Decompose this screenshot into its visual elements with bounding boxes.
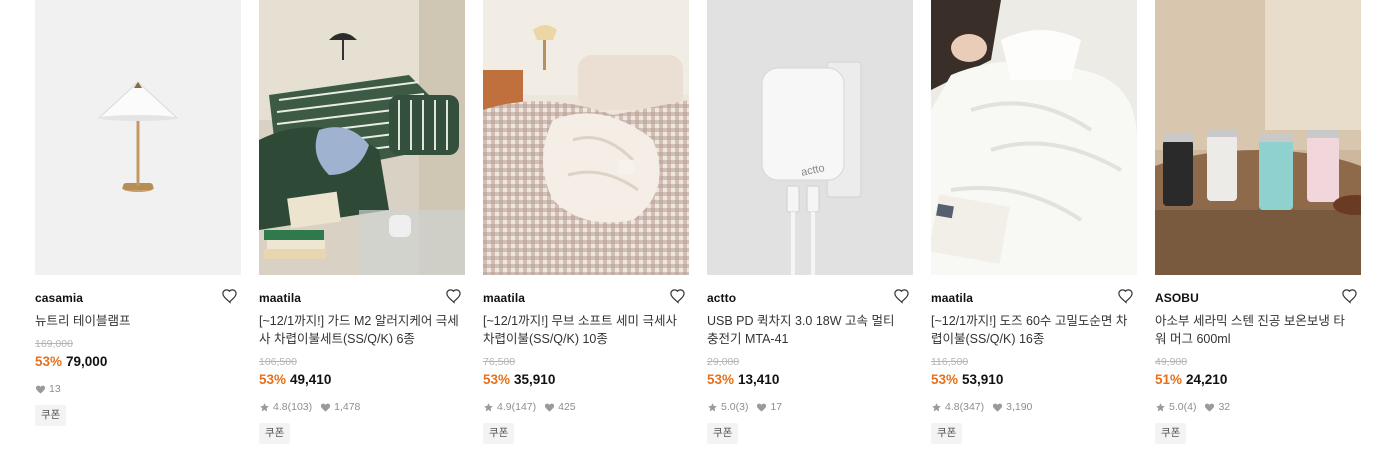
product-stats: 4.8 (347) 3,190	[931, 401, 1040, 413]
wishlist-heart-icon[interactable]	[893, 287, 911, 305]
brand-name[interactable]: casamia	[35, 291, 83, 305]
like-count-icon	[321, 403, 331, 412]
like-count-icon	[35, 385, 46, 394]
product-card[interactable]: actto actto USB PD 퀵차지 3.0 18W 고속 멀티 충전기…	[707, 0, 913, 456]
product-image[interactable]	[1155, 0, 1361, 275]
product-stats: 4.8 (103) 1,478	[259, 401, 368, 413]
coupon-badge[interactable]: 쿠폰	[35, 405, 67, 426]
discount-rate: 53%	[483, 372, 511, 387]
product-image[interactable]	[931, 0, 1137, 275]
price-line: 53% 53,910	[931, 372, 1003, 387]
star-rating-icon	[932, 402, 941, 411]
original-price: 106,500	[259, 356, 297, 368]
wishlist-heart-icon[interactable]	[1117, 287, 1135, 305]
like-count: 425	[558, 401, 576, 413]
sale-price: 79,000	[66, 354, 108, 369]
product-image[interactable]	[35, 0, 241, 275]
sale-price: 49,410	[290, 372, 332, 387]
wishlist-heart-icon[interactable]	[1341, 287, 1359, 305]
product-stats: 13	[35, 383, 69, 395]
rating-value: 4.9	[497, 401, 512, 413]
wishlist-heart-icon[interactable]	[445, 287, 463, 305]
review-count: (3)	[735, 401, 749, 413]
brand-name[interactable]: maatila	[259, 291, 301, 305]
rating-value: 5.0	[1169, 401, 1184, 413]
wishlist-heart-icon[interactable]	[221, 287, 239, 305]
review-count: (147)	[511, 401, 537, 413]
like-count-icon	[757, 403, 767, 412]
star-rating-icon	[484, 402, 493, 411]
like-count: 3,190	[1006, 401, 1033, 413]
like-count: 13	[49, 383, 61, 395]
price-line: 53% 49,410	[259, 372, 331, 387]
like-count-icon	[993, 403, 1003, 412]
brand-name[interactable]: maatila	[931, 291, 973, 305]
like-count: 1,478	[334, 401, 361, 413]
sale-price: 13,410	[738, 372, 780, 387]
coupon-badge[interactable]: 쿠폰	[1155, 423, 1187, 444]
coupon-badge[interactable]: 쿠폰	[707, 423, 739, 444]
review-count: (103)	[287, 401, 313, 413]
original-price: 29,000	[707, 356, 740, 368]
discount-rate: 53%	[931, 372, 959, 387]
product-card[interactable]: maatila [~12/1까지!] 가드 M2 알러지케어 극세사 차렵이불세…	[259, 0, 465, 456]
coupon-badge[interactable]: 쿠폰	[931, 423, 963, 444]
rating-value: 5.0	[721, 401, 736, 413]
like-count: 17	[770, 401, 783, 413]
price-line: 51% 24,210	[1155, 372, 1227, 387]
product-title[interactable]: [~12/1까지!] 무브 소프트 세미 극세사 차렵이불(SS/Q/K) 10…	[483, 312, 683, 348]
sale-price: 35,910	[514, 372, 556, 387]
discount-rate: 53%	[707, 372, 735, 387]
product-stats: 4.9 (147) 425	[483, 401, 584, 413]
coupon-badge[interactable]: 쿠폰	[483, 423, 515, 444]
original-price: 49,900	[1155, 356, 1188, 368]
star-rating-icon	[708, 402, 717, 411]
like-count: 32	[1218, 401, 1231, 413]
star-rating-icon	[1156, 402, 1165, 411]
product-image[interactable]: actto	[707, 0, 913, 275]
product-image[interactable]	[483, 0, 689, 275]
star-rating-icon	[260, 402, 269, 411]
review-count: (347)	[959, 401, 985, 413]
product-title[interactable]: USB PD 퀵차지 3.0 18W 고속 멀티 충전기 MTA-41	[707, 312, 907, 348]
price-line: 53% 13,410	[707, 372, 779, 387]
discount-rate: 53%	[259, 372, 287, 387]
brand-name[interactable]: maatila	[483, 291, 525, 305]
review-count: (4)	[1183, 401, 1197, 413]
product-stats: 5.0 (3) 17	[707, 401, 790, 413]
original-price: 116,500	[931, 356, 969, 368]
brand-name[interactable]: ASOBU	[1155, 291, 1199, 305]
product-card[interactable]: maatila [~12/1까지!] 무브 소프트 세미 극세사 차렵이불(SS…	[483, 0, 689, 456]
price-line: 53% 35,910	[483, 372, 555, 387]
product-title[interactable]: 아소부 세라믹 스텐 진공 보온보냉 타워 머그 600ml	[1155, 312, 1355, 348]
rating-value: 4.8	[273, 401, 288, 413]
wishlist-heart-icon[interactable]	[669, 287, 687, 305]
original-price: 169,000	[35, 338, 73, 350]
discount-rate: 53%	[35, 354, 63, 369]
brand-name[interactable]: actto	[707, 291, 736, 305]
product-card[interactable]: ASOBU 아소부 세라믹 스텐 진공 보온보냉 타워 머그 600ml 49,…	[1155, 0, 1361, 456]
product-image[interactable]	[259, 0, 465, 275]
product-title[interactable]: [~12/1까지!] 도즈 60수 고밀도순면 차렵이불(SS/Q/K) 16종	[931, 312, 1131, 348]
like-count-icon	[1205, 403, 1215, 412]
rating-value: 4.8	[945, 401, 960, 413]
original-price: 76,500	[483, 356, 516, 368]
product-title[interactable]: [~12/1까지!] 가드 M2 알러지케어 극세사 차렵이불세트(SS/Q/K…	[259, 312, 459, 348]
product-title[interactable]: 뉴트리 테이블램프	[35, 312, 235, 330]
product-card[interactable]: maatila [~12/1까지!] 도즈 60수 고밀도순면 차렵이불(SS/…	[931, 0, 1137, 456]
product-stats: 5.0 (4) 32	[1155, 401, 1238, 413]
coupon-badge[interactable]: 쿠폰	[259, 423, 291, 444]
sale-price: 53,910	[962, 372, 1004, 387]
like-count-icon	[545, 403, 555, 412]
price-line: 53% 79,000	[35, 354, 107, 369]
discount-rate: 51%	[1155, 372, 1183, 387]
product-card[interactable]: casamia 뉴트리 테이블램프 169,000 53% 79,000 13 쿠…	[35, 0, 241, 456]
sale-price: 24,210	[1186, 372, 1228, 387]
